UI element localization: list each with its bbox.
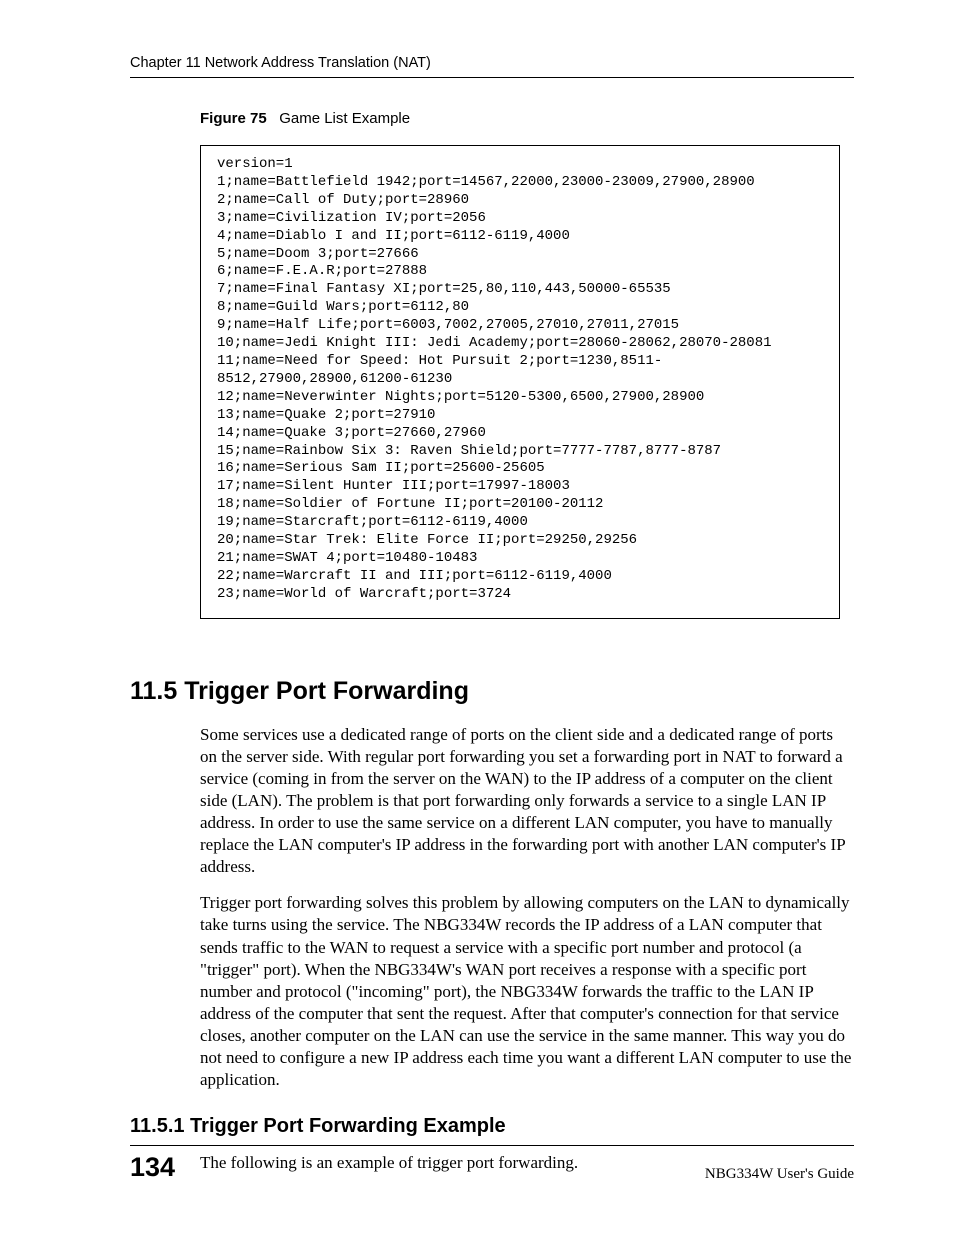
page: Chapter 11 Network Address Translation (… [0,0,954,1235]
figure-caption: Figure 75 Game List Example [200,110,854,127]
subsection-heading: 11.5.1 Trigger Port Forwarding Example [130,1115,854,1138]
running-header: Chapter 11 Network Address Translation (… [130,55,854,78]
body-paragraph: Some services use a dedicated range of p… [200,724,854,879]
figure-title: Game List Example [279,110,410,127]
code-listing: version=1 1;name=Battlefield 1942;port=1… [200,145,840,619]
page-footer: 134 NBG334W User's Guide [130,1145,854,1183]
guide-title: NBG334W User's Guide [705,1166,854,1183]
section-heading: 11.5 Trigger Port Forwarding [130,677,854,706]
figure-label: Figure 75 [200,110,267,127]
body-paragraph: Trigger port forwarding solves this prob… [200,892,854,1091]
page-number: 134 [130,1152,175,1183]
